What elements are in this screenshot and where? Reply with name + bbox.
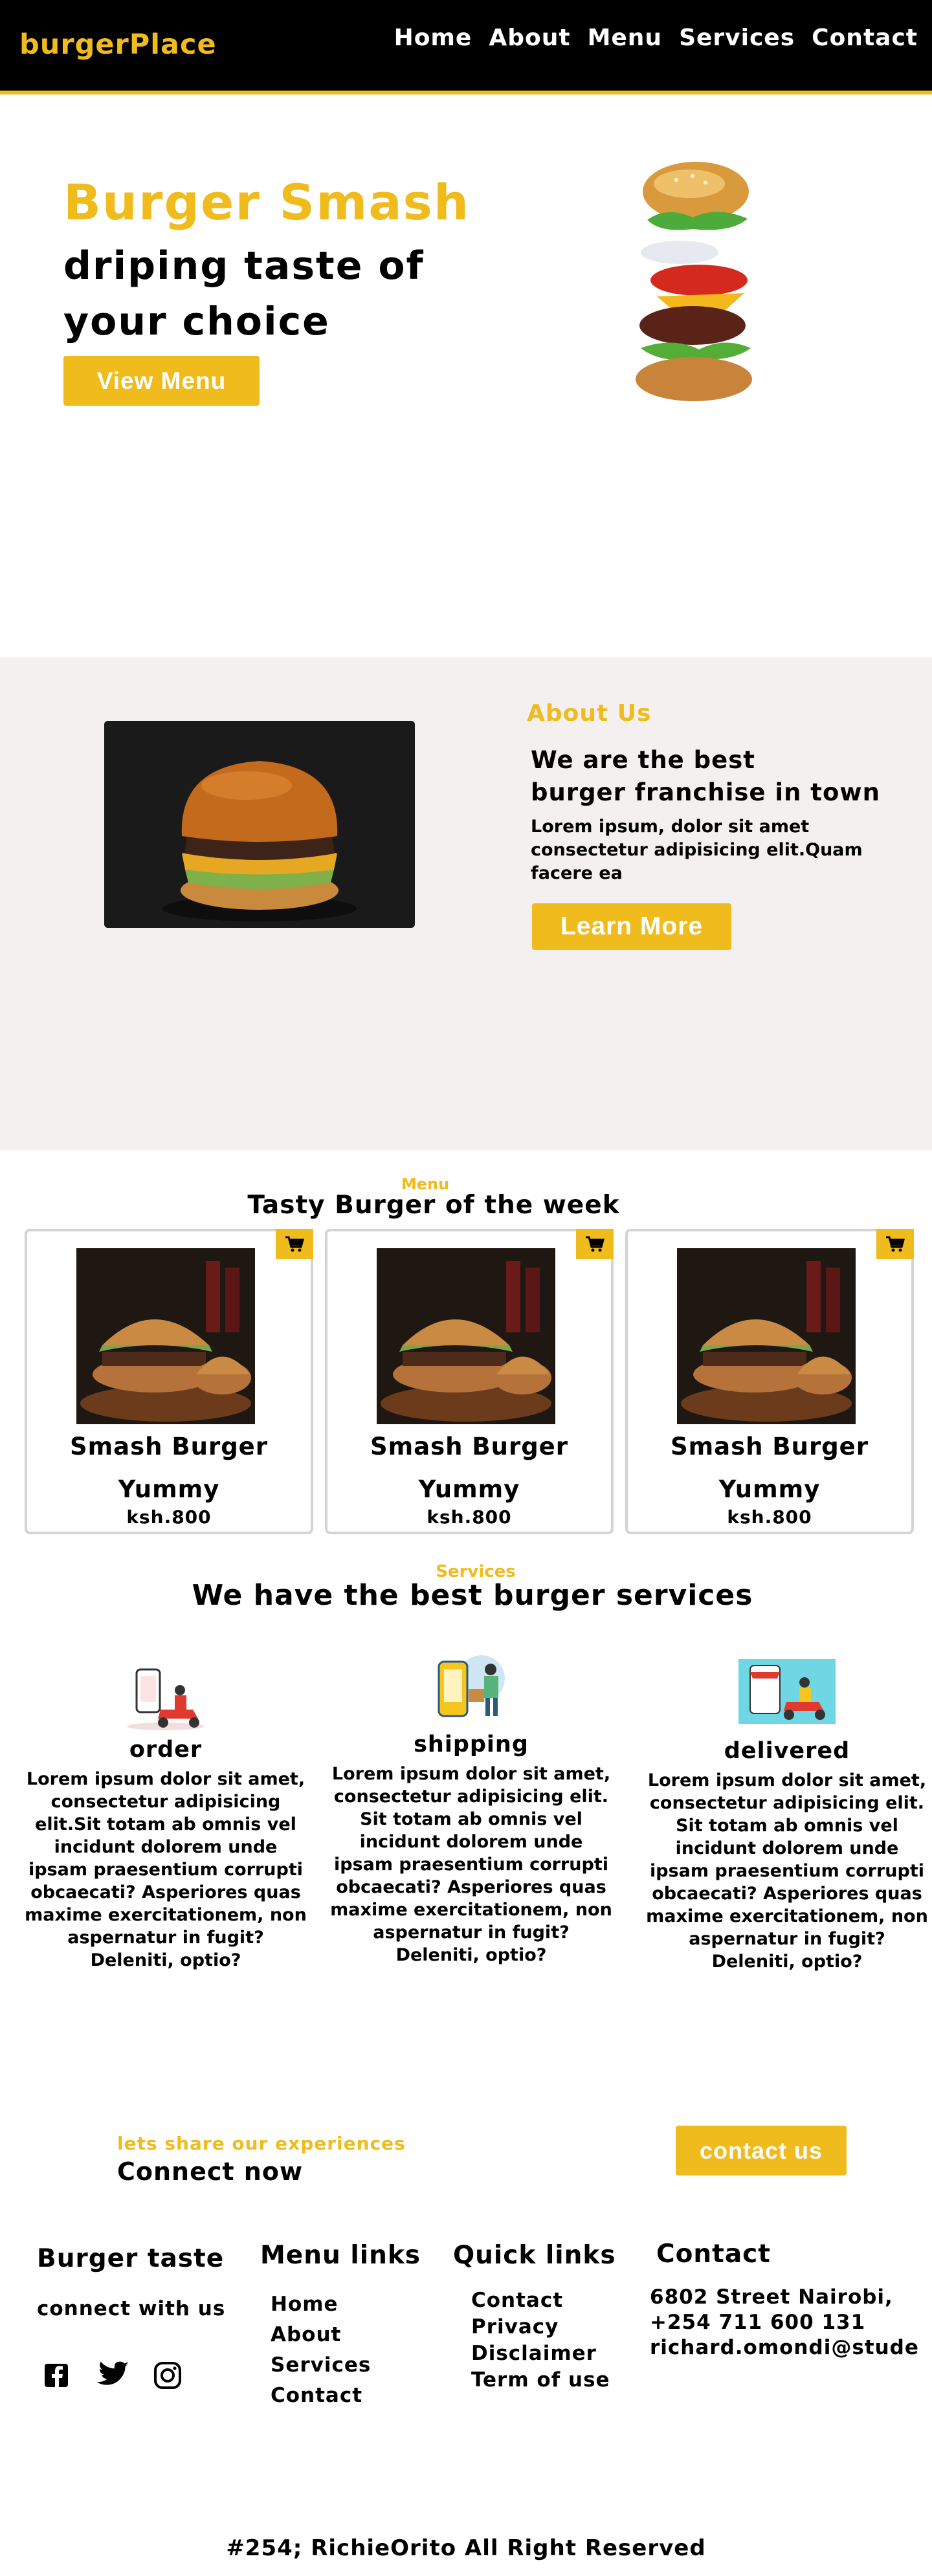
footer-brand-heading: Burger taste (37, 2244, 225, 2273)
menu-card-name: Smash Burger Yummy (327, 1426, 611, 1511)
hero-subtitle: driping taste of your choice (63, 238, 425, 349)
hero-subtitle-line-2: your choice (63, 299, 330, 344)
services-title: We have the best burger services (192, 1579, 753, 1612)
contact-us-button[interactable]: contact us (676, 2126, 847, 2175)
footer-menu-link-contact[interactable]: Contact (271, 2384, 371, 2407)
nav-link-menu[interactable]: Menu (588, 25, 663, 51)
footer-connect-text: connect with us (37, 2297, 226, 2320)
footer-quick-link-disclaimer[interactable]: Disclaimer (471, 2342, 610, 2365)
about-heading: We are the best burger franchise in town (531, 744, 880, 809)
hero-title: Burger Smash (63, 173, 470, 231)
footer-email[interactable]: richard.omondi@stude (650, 2336, 919, 2359)
menu-card-name-line-1: Smash Burger (69, 1433, 269, 1460)
footer-contact-details: 6802 Street Nairobi, +254 711 600 131 ri… (650, 2285, 919, 2359)
menu-card-price: ksh.800 (427, 1506, 512, 1528)
cart-icon[interactable] (576, 1229, 614, 1259)
about-kicker: About Us (527, 700, 652, 727)
twitter-icon[interactable] (93, 2359, 129, 2392)
menu-card-name-line-2: Yummy (718, 1475, 821, 1503)
about-burger-image (104, 721, 415, 928)
nav-link-about[interactable]: About (489, 25, 570, 51)
menu-card-name: Smash Burger Yummy (27, 1426, 311, 1511)
nav-link-home[interactable]: Home (394, 25, 472, 51)
cart-icon[interactable] (876, 1229, 914, 1259)
service-name: delivered (724, 1738, 850, 1764)
menu-card: Smash Burger Yummy ksh.800 (625, 1229, 914, 1534)
menu-card-name: Smash Burger Yummy (628, 1426, 911, 1511)
brand-logo[interactable]: burgerPlace (19, 28, 217, 61)
about-section: About Us We are the best burger franchis… (0, 657, 932, 1150)
copyright-text: #254; RichieOrito All Right Reserved (226, 2535, 706, 2561)
footer-quick-link-privacy[interactable]: Privacy (471, 2315, 610, 2339)
menu-card-name-line-1: Smash Burger (670, 1433, 869, 1460)
footer-menu-links-heading: Menu links (260, 2241, 421, 2270)
connect-title: Connect now (117, 2157, 304, 2186)
footer-menu-link-services[interactable]: Services (271, 2353, 371, 2377)
menu-card-name-line-1: Smash Burger (370, 1433, 569, 1460)
menu-card-image (377, 1248, 555, 1424)
service-name: order (129, 1737, 203, 1763)
learn-more-button[interactable]: Learn More (532, 903, 731, 950)
cart-icon[interactable] (276, 1229, 313, 1259)
instagram-icon[interactable] (153, 2361, 183, 2390)
facebook-icon[interactable] (43, 2362, 70, 2389)
order-illustration-icon (127, 1668, 205, 1730)
footer-quick-link-terms[interactable]: Term of use (471, 2368, 610, 2392)
menu-title: Tasty Burger of the week (247, 1191, 620, 1220)
hero-subtitle-line-1: driping taste of (63, 243, 425, 289)
about-heading-line-1: We are the best (531, 746, 755, 774)
shipping-illustration-icon (438, 1655, 505, 1717)
about-text: Lorem ipsum, dolor sit amet consectetur … (531, 817, 863, 883)
service-text: Lorem ipsum dolor sit amet, consectetur … (25, 1769, 307, 1970)
footer-menu-link-home[interactable]: Home (271, 2293, 371, 2316)
menu-card: Smash Burger Yummy ksh.800 (325, 1229, 614, 1534)
menu-card-price: ksh.800 (727, 1506, 812, 1528)
menu-card-price: ksh.800 (126, 1506, 212, 1528)
menu-card-image (76, 1248, 255, 1424)
footer-quick-links: Contact Privacy Disclaimer Term of use (471, 2289, 610, 2392)
service-text: Lorem ipsum dolor sit amet, consectetur … (646, 1770, 928, 1972)
menu-card-name-line-2: Yummy (118, 1475, 220, 1503)
navbar: burgerPlace Home About Menu Services Con… (0, 0, 932, 94)
footer-quick-links-heading: Quick links (453, 2241, 616, 2270)
nav-link-services[interactable]: Services (679, 25, 795, 51)
menu-card-image (677, 1248, 856, 1424)
hero-burger-image (636, 162, 752, 401)
connect-kicker: lets share our experiences (117, 2133, 406, 2154)
service-item: shipping Lorem ipsum dolor sit amet, con… (329, 1655, 614, 1966)
footer-quick-link-contact[interactable]: Contact (471, 2289, 610, 2312)
delivered-illustration-icon (738, 1659, 836, 1724)
nav-link-contact[interactable]: Contact (812, 25, 918, 51)
footer-menu-link-about[interactable]: About (271, 2323, 371, 2346)
nav-links: Home About Menu Services Contact (394, 25, 918, 51)
service-name: shipping (414, 1732, 529, 1757)
footer-address: 6802 Street Nairobi, (650, 2285, 893, 2309)
footer-contact-heading: Contact (656, 2240, 771, 2269)
about-heading-line-2: burger franchise in town (531, 778, 880, 806)
menu-card-name-line-2: Yummy (418, 1475, 520, 1503)
service-item: delivered Lorem ipsum dolor sit amet, co… (645, 1659, 929, 1973)
view-menu-button[interactable]: View Menu (63, 356, 260, 406)
service-item: order Lorem ipsum dolor sit amet, consec… (23, 1663, 308, 1972)
menu-card: Smash Burger Yummy ksh.800 (25, 1229, 313, 1534)
service-text: Lorem ipsum dolor sit amet, consectetur … (330, 1764, 612, 1965)
footer-menu-links: Home About Services Contact (271, 2293, 371, 2407)
footer-phone[interactable]: +254 711 600 131 (650, 2311, 919, 2334)
